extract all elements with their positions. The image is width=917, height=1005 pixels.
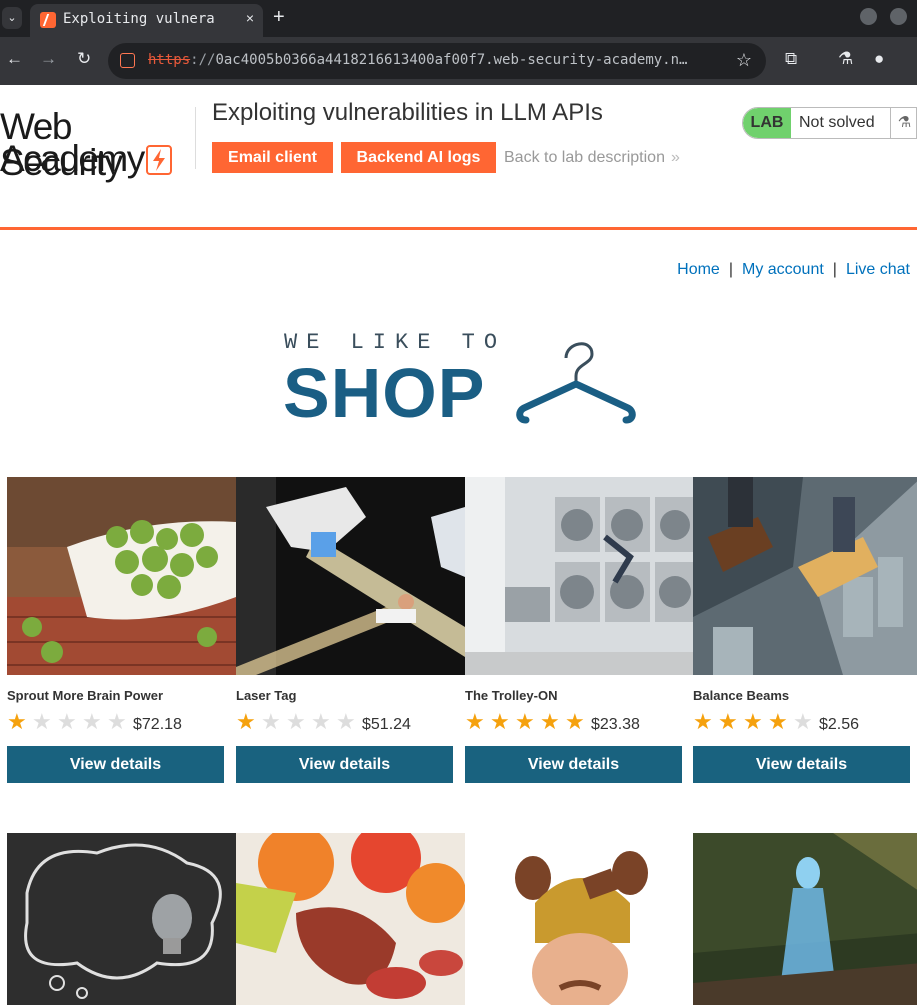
star-icon: ★ <box>718 709 738 734</box>
flask-icon: ⚗ <box>890 108 916 138</box>
star-icon: ★ <box>57 709 77 734</box>
shop-banner: WE LIKE TO SHOP <box>283 330 636 432</box>
star-icon: ★ <box>515 709 535 734</box>
live-chat-link[interactable]: Live chat <box>846 261 910 278</box>
reload-icon[interactable]: ↻ <box>77 49 91 69</box>
star-icon: ★ <box>793 709 813 734</box>
star-icon: ★ <box>336 709 356 734</box>
star-icon: ★ <box>261 709 281 734</box>
lab-title: Exploiting vulnerabilities in LLM APIs <box>212 99 603 126</box>
product-price: $23.38 <box>591 716 640 733</box>
lab-status-widget: LAB Not solved ⚗ <box>742 107 917 139</box>
rating-stars: ★ ★ ★ ★ ★ <box>236 710 361 734</box>
product-price: $2.56 <box>819 716 860 733</box>
star-icon[interactable]: ☆ <box>736 50 752 71</box>
product-price: $51.24 <box>362 716 411 733</box>
view-details-button[interactable]: View details <box>7 746 224 783</box>
browser-tab[interactable]: Exploiting vulnera × <box>30 4 263 37</box>
food-platter-photo[interactable] <box>236 833 465 1005</box>
star-icon: ★ <box>32 709 52 734</box>
browser-tab-bar: ⌄ Exploiting vulnera × + <box>0 0 917 37</box>
product-name: Laser Tag <box>236 688 297 703</box>
star-icon: ★ <box>565 709 585 734</box>
rating-stars: ★ ★ ★ ★ ★ <box>465 710 590 734</box>
labs-icon[interactable]: ⚗ <box>838 49 853 69</box>
academy-logo[interactable]: Web Security Academy <box>0 107 195 181</box>
divider <box>195 107 196 169</box>
product-name: Balance Beams <box>693 688 790 703</box>
star-icon: ★ <box>236 709 256 734</box>
view-details-button[interactable]: View details <box>465 746 682 783</box>
nav-separator: | <box>728 261 733 278</box>
url-text[interactable]: https://0ac4005b0366a4418216613400af00f7… <box>148 52 728 68</box>
banner-shop-text: SHOP <box>283 354 486 432</box>
extensions-icon[interactable]: ⧉ <box>785 49 797 69</box>
star-icon: ★ <box>540 709 560 734</box>
double-chevron-icon: » <box>670 149 680 166</box>
home-link[interactable]: Home <box>677 261 720 278</box>
lab-status-text: Not solved <box>799 114 875 131</box>
star-icon: ★ <box>465 709 485 734</box>
star-icon: ★ <box>490 709 510 734</box>
product-price: $72.18 <box>133 716 182 733</box>
star-icon: ★ <box>768 709 788 734</box>
backend-ai-logs-button[interactable]: Backend AI logs <box>341 142 496 173</box>
hanger-icon <box>516 342 636 424</box>
brussels-sprouts-photo[interactable] <box>7 477 236 675</box>
poo-head-hat-photo[interactable] <box>465 833 694 1005</box>
view-details-button[interactable]: View details <box>236 746 453 783</box>
skyscraper-feet-photo[interactable] <box>693 477 917 675</box>
email-client-button[interactable]: Email client <box>212 142 333 173</box>
tab-list-icon[interactable]: ⌄ <box>2 7 22 29</box>
laser-tag-photo[interactable] <box>236 477 465 675</box>
profile-icon[interactable]: ● <box>874 49 884 69</box>
new-tab-icon[interactable]: + <box>273 6 285 29</box>
banner-tagline: WE LIKE TO <box>284 330 507 355</box>
lab-badge: LAB <box>743 108 791 138</box>
my-account-link[interactable]: My account <box>742 261 824 278</box>
rating-stars: ★ ★ ★ ★ ★ <box>7 710 132 734</box>
view-details-button[interactable]: View details <box>693 746 910 783</box>
tab-title: Exploiting vulnera <box>63 11 215 27</box>
browser-toolbar: ← → ↻ https://0ac4005b0366a4418216613400… <box>0 37 917 85</box>
star-icon: ★ <box>82 709 102 734</box>
rating-stars: ★ ★ ★ ★ ★ <box>693 710 818 734</box>
maximize-button[interactable] <box>890 8 907 25</box>
star-icon: ★ <box>743 709 763 734</box>
favicon-icon <box>40 12 56 28</box>
address-bar[interactable]: https://0ac4005b0366a4418216613400af00f7… <box>108 43 766 79</box>
back-icon[interactable]: ← <box>6 49 23 69</box>
forward-icon[interactable]: → <box>40 49 57 69</box>
star-icon: ★ <box>107 709 127 734</box>
minimize-button[interactable] <box>860 8 877 25</box>
star-icon: ★ <box>286 709 306 734</box>
star-icon: ★ <box>311 709 331 734</box>
tab-close-icon[interactable]: × <box>246 10 254 26</box>
lab-header: Web Security Academy Exploiting vulnerab… <box>0 85 917 230</box>
star-icon: ★ <box>7 709 27 734</box>
lightbulb-chalkboard-photo[interactable] <box>7 833 236 1005</box>
bolt-icon <box>146 145 172 175</box>
laundromat-photo[interactable] <box>465 477 694 675</box>
hologram-woman-photo[interactable] <box>693 833 917 1005</box>
product-name: Sprout More Brain Power <box>7 688 164 703</box>
site-nav: Home | My account | Live chat <box>677 261 910 279</box>
product-name: The Trolley-ON <box>465 688 558 703</box>
site-info-icon[interactable] <box>120 53 135 68</box>
nav-separator: | <box>832 261 837 278</box>
back-to-lab-description-link[interactable]: Back to lab description» <box>504 149 680 167</box>
star-icon: ★ <box>693 709 713 734</box>
